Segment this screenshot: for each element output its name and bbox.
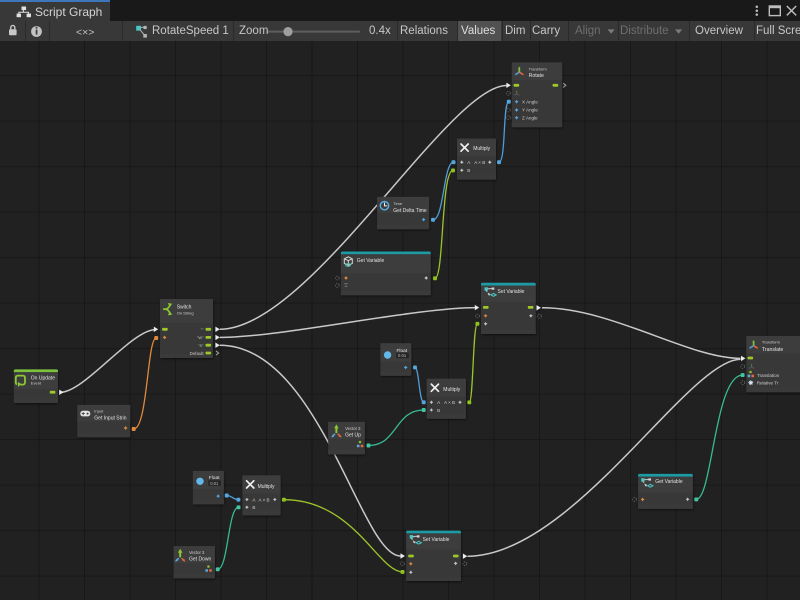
svg-text:<×>: <×> — [76, 27, 94, 39]
